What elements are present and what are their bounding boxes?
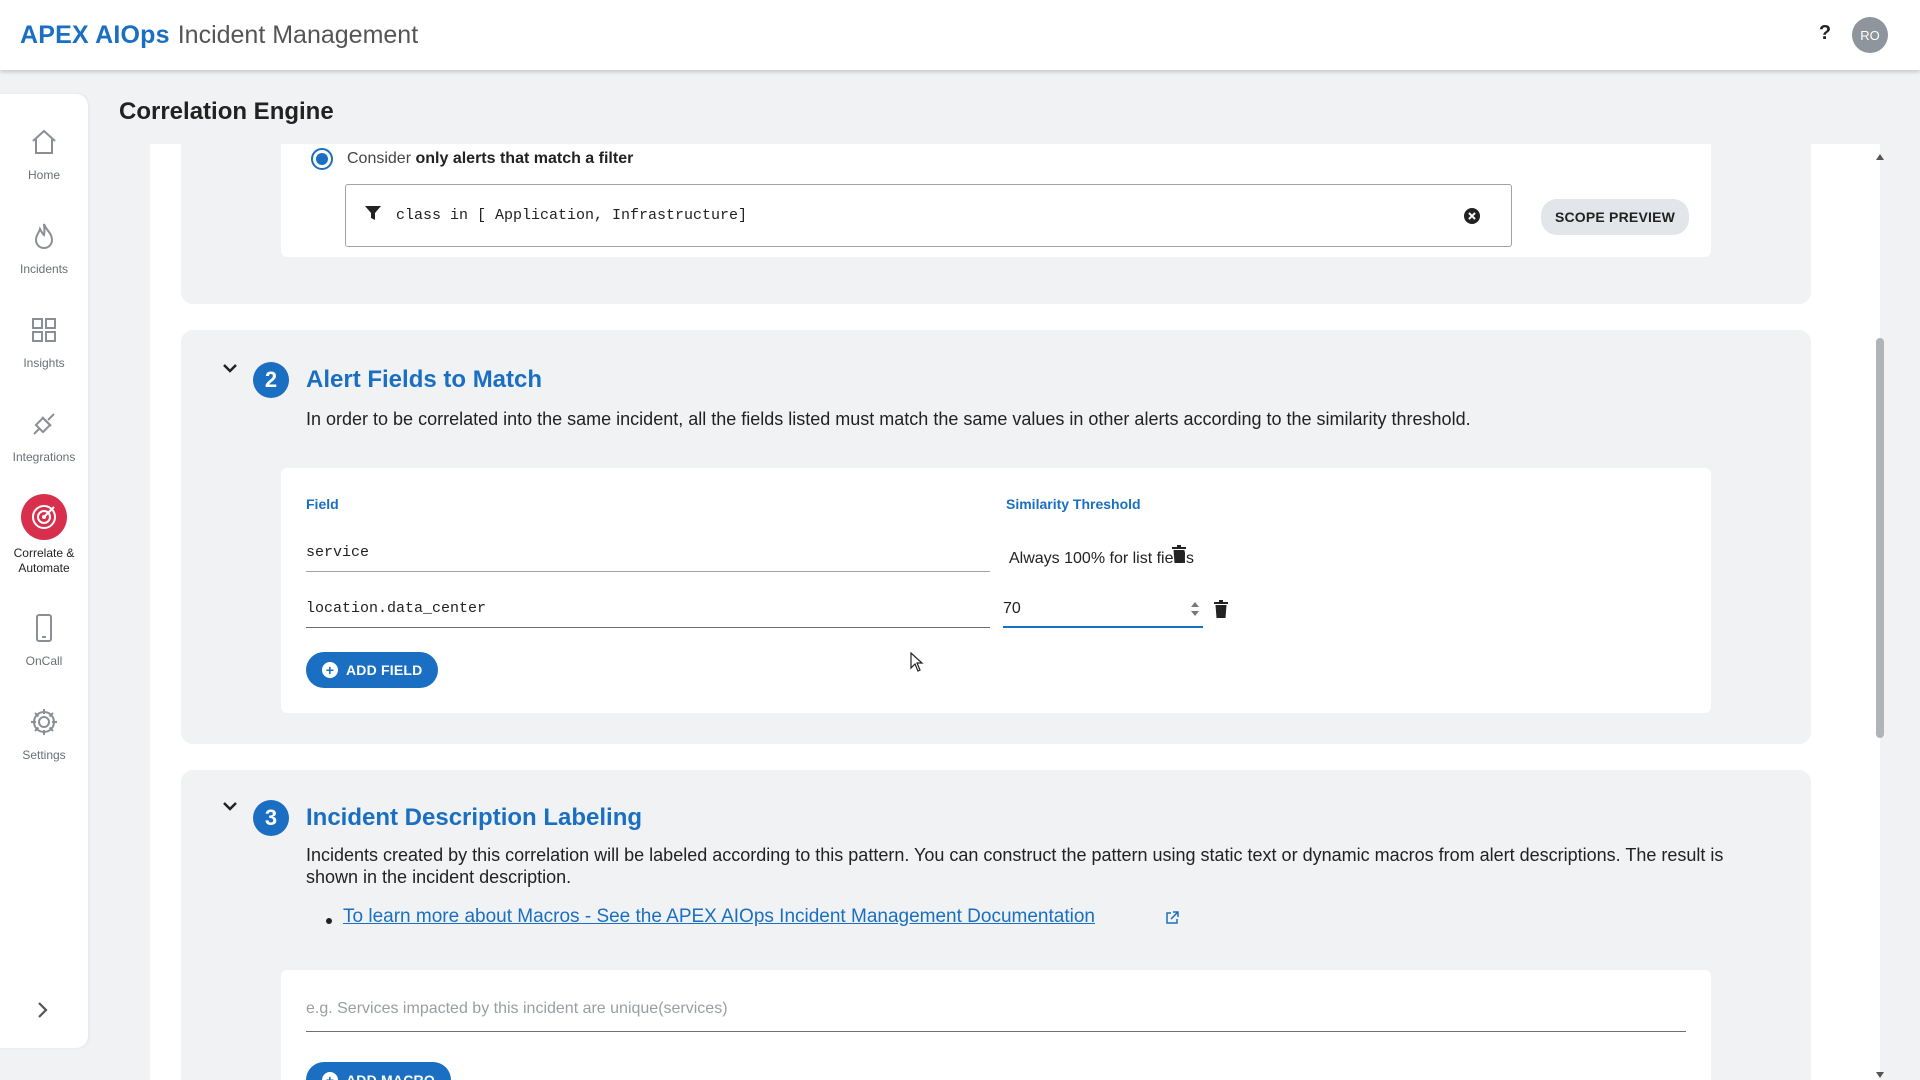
page-title: Correlation Engine [119,98,334,125]
scope-preview-button[interactable]: SCOPE PREVIEW [1541,199,1689,235]
plug-icon [24,404,64,444]
help-icon[interactable]: ? [1815,22,1835,45]
filter-value: class in [ Application, Infrastructure] [396,207,748,224]
add-field-button[interactable]: + ADD FIELD [306,652,438,688]
field-input[interactable]: service [306,544,990,572]
flame-icon [24,216,64,256]
section-title: Alert Fields to Match [306,366,543,393]
delete-row-icon[interactable] [1214,600,1228,623]
clear-filter-icon[interactable] [1463,207,1481,230]
sidebar-item-settings[interactable]: Settings [0,702,88,763]
section-description: Incidents created by this correlation wi… [306,845,1724,887]
avatar[interactable]: RO [1852,17,1888,53]
threshold-static-text: Always 100% for list fields [1009,550,1194,567]
threshold-value: 70 [1003,600,1021,617]
scroll-thumb[interactable] [1876,338,1884,738]
bullet [326,918,332,924]
delete-row-icon[interactable] [1172,545,1186,568]
pattern-panel: e.g. Services impacted by this incident … [281,970,1711,1080]
labeling-card: 3 Incident Description Labeling Incident… [181,770,1811,1080]
collapse-chevron-icon[interactable] [221,362,239,381]
phone-icon [24,608,64,648]
threshold-input[interactable]: 70 [1003,600,1203,628]
add-field-label: ADD FIELD [346,662,423,678]
sidebar-item-label: Integrations [12,450,76,464]
stepper-arrows-icon[interactable] [1191,602,1199,616]
scrollbar[interactable] [1873,144,1887,1080]
mouse-cursor-icon [910,651,924,677]
radio-label-bold: only alerts that match a filter [415,150,634,167]
sidebar-item-correlate-automate[interactable]: Correlate & Automate [0,494,88,576]
external-link-icon[interactable] [1165,911,1179,930]
filter-input[interactable]: class in [ Application, Infrastructure] [345,184,1512,247]
scope-panel: Consider only alerts that match a filter… [281,144,1711,257]
chevron-right-icon[interactable] [34,1000,52,1025]
target-icon [21,494,67,540]
sidebar-item-label: Correlate & Automate [13,546,75,575]
add-macro-button[interactable]: + ADD MACRO [306,1062,451,1080]
plus-icon: + [322,1072,338,1080]
sidebar-item-home[interactable]: Home [0,122,88,183]
sidebar-item-label: Settings [22,748,66,762]
pattern-input[interactable]: e.g. Services impacted by this incident … [306,1000,1686,1032]
filter-icon [364,204,382,227]
scope-card: Consider only alerts that match a filter… [181,144,1811,304]
sidebar-item-label: Insights [23,356,65,370]
section-description: In order to be correlated into the same … [306,409,1471,429]
sidebar-item-integrations[interactable]: Integrations [0,404,88,465]
main-content: Consider only alerts that match a filter… [150,144,1880,1080]
top-bar: APEX AIOps Incident Management ? RO [0,0,1920,70]
scroll-down-arrow-icon[interactable] [1876,1072,1884,1078]
add-macro-label: ADD MACRO [346,1072,435,1080]
section-title: Incident Description Labeling [306,804,643,831]
documentation-link[interactable]: To learn more about Macros - See the APE… [343,906,1095,928]
column-header-field: Field [306,496,339,512]
collapse-chevron-icon[interactable] [221,800,239,819]
app-brand-subtitle: Incident Management [177,20,419,49]
sidebar-item-oncall[interactable]: OnCall [0,608,88,669]
gear-icon [24,702,64,742]
sidebar: Home Incidents Insights Integrations Cor… [0,94,88,1048]
section-number: 2 [253,362,289,398]
column-header-threshold: Similarity Threshold [1006,496,1141,512]
plus-icon: + [322,662,338,678]
app-brand[interactable]: APEX AIOps [20,21,170,50]
sidebar-item-incidents[interactable]: Incidents [0,216,88,277]
scroll-up-arrow-icon[interactable] [1876,154,1884,160]
section-number: 3 [253,800,289,836]
grid-icon [24,310,64,350]
radio-label-prefix: Consider [347,150,412,167]
home-icon [24,122,64,162]
sidebar-item-label: OnCall [25,654,63,668]
sidebar-item-insights[interactable]: Insights [0,310,88,371]
field-input[interactable]: location.data_center [306,600,990,628]
sidebar-item-label: Home [27,168,60,182]
fields-table: Field Similarity Threshold service Alway… [281,468,1711,713]
filter-radio-label: Consider only alerts that match a filter [347,150,633,168]
filter-radio[interactable] [311,148,333,170]
alert-fields-card: 2 Alert Fields to Match In order to be c… [181,330,1811,744]
sidebar-item-label: Incidents [19,262,69,276]
